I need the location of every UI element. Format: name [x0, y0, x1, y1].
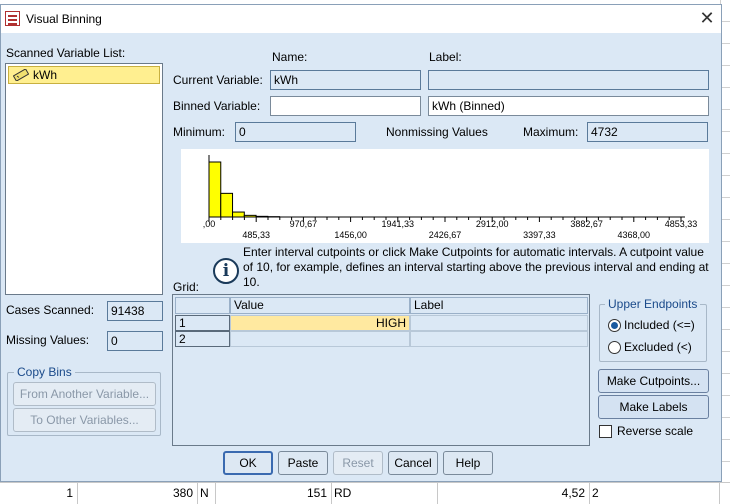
grid-column-header-label[interactable]: Label	[410, 297, 588, 314]
current-variable-name-field: kWh	[270, 70, 421, 90]
histogram-panel[interactable]: ,00 970,67 1941,33 2912,00 3882,67 4853,33 485…	[181, 149, 709, 243]
sheet-row: 1 380 N 151 RD 4,52 2	[0, 482, 730, 503]
name-header: Name:	[272, 50, 307, 64]
sheet-cell[interactable]: 380	[78, 483, 198, 504]
grid-label: Grid:	[173, 280, 199, 294]
excluded-radio[interactable]	[608, 341, 621, 354]
minimum-field: 0	[235, 122, 356, 142]
x-tick-label: 3397,33	[523, 230, 556, 240]
maximum-label: Maximum:	[523, 125, 578, 139]
current-variable-label: Current Variable:	[173, 73, 263, 87]
help-button[interactable]: Help	[443, 451, 493, 475]
cases-scanned-field: 91438	[107, 301, 163, 321]
sheet-cell[interactable]: 1	[0, 483, 78, 504]
window-title: Visual Binning	[26, 12, 102, 26]
x-tick-label: 970,67	[290, 219, 318, 229]
histogram-bar	[233, 212, 245, 217]
included-radio[interactable]	[608, 319, 621, 332]
sheet-cell[interactable]: RD	[332, 483, 438, 504]
info-text: Enter interval cutpoints or click Make C…	[243, 245, 713, 290]
visual-binning-dialog: Visual Binning ✕ Scanned Variable List: …	[0, 4, 722, 482]
reverse-scale-checkbox[interactable]	[599, 425, 612, 438]
list-item-label: kWh	[33, 68, 57, 82]
from-another-variable-button[interactable]: From Another Variable...	[13, 382, 156, 406]
cases-scanned-label: Cases Scanned:	[6, 303, 94, 317]
grid-row-header[interactable]: 2	[175, 331, 230, 347]
nonmissing-values-label: Nonmissing Values	[386, 125, 488, 139]
copy-bins-title: Copy Bins	[14, 365, 75, 379]
list-item[interactable]: kWh	[8, 66, 160, 84]
x-tick-label: 1456,00	[334, 230, 367, 240]
grid-row-header[interactable]: 1	[175, 315, 230, 331]
paste-button[interactable]: Paste	[278, 451, 328, 475]
histogram-bar	[221, 193, 233, 217]
close-icon[interactable]: ✕	[695, 7, 719, 31]
sheet-cell[interactable]: N	[198, 483, 216, 504]
grid-cell-value[interactable]: HIGH	[230, 315, 410, 331]
missing-values-label: Missing Values:	[6, 333, 89, 347]
cutpoint-grid[interactable]: Value Label 1 HIGH 2	[172, 294, 590, 446]
grid-cell-value[interactable]	[230, 331, 410, 347]
x-tick-label: 2426,67	[429, 230, 462, 240]
ruler-icon	[13, 69, 29, 81]
x-tick-label: 3882,67	[570, 219, 603, 229]
binned-variable-label-input[interactable]: kWh (Binned)	[428, 96, 709, 116]
cancel-button[interactable]: Cancel	[388, 451, 438, 475]
included-label[interactable]: Included (<=)	[624, 318, 695, 332]
x-tick-label: ,00	[203, 219, 216, 229]
sheet-cell[interactable]: 2	[590, 483, 720, 504]
current-variable-label-field	[428, 70, 709, 90]
grid-corner-header	[175, 297, 230, 314]
label-header: Label:	[429, 50, 462, 64]
minimum-label: Minimum:	[173, 125, 225, 139]
x-tick-label: 2912,00	[476, 219, 509, 229]
excluded-label[interactable]: Excluded (<)	[624, 340, 692, 354]
binned-variable-name-input[interactable]	[270, 96, 421, 116]
info-icon: i	[213, 258, 239, 284]
scanned-variable-list[interactable]: kWh	[5, 63, 163, 295]
make-cutpoints-button[interactable]: Make Cutpoints...	[598, 369, 709, 393]
histogram-chart: ,00 970,67 1941,33 2912,00 3882,67 4853,33 485…	[181, 149, 709, 243]
x-tick-label: 4853,33	[665, 219, 698, 229]
grid-column-header-value[interactable]: Value	[230, 297, 410, 314]
x-tick-label: 4368,00	[618, 230, 651, 240]
grid-cell-label[interactable]	[410, 331, 588, 347]
x-tick-label: 1941,33	[382, 219, 415, 229]
scanned-list-label: Scanned Variable List:	[6, 46, 125, 60]
reset-button[interactable]: Reset	[333, 451, 383, 475]
to-other-variables-button[interactable]: To Other Variables...	[13, 408, 156, 432]
sheet-cell[interactable]: 4,52	[438, 483, 590, 504]
x-tick-label: 485,33	[242, 230, 270, 240]
missing-values-field: 0	[107, 331, 163, 351]
reverse-scale-label[interactable]: Reverse scale	[617, 424, 693, 438]
maximum-field: 4732	[587, 122, 708, 142]
ok-button[interactable]: OK	[223, 451, 273, 475]
make-labels-button[interactable]: Make Labels	[598, 395, 709, 419]
sheet-cell[interactable]: 151	[216, 483, 332, 504]
app-icon	[5, 11, 20, 26]
upper-endpoints-title: Upper Endpoints	[605, 297, 700, 311]
histogram-bar	[209, 162, 221, 217]
binned-variable-label: Binned Variable:	[173, 99, 260, 113]
title-bar[interactable]: Visual Binning ✕	[1, 5, 721, 33]
grid-cell-label[interactable]	[410, 315, 588, 331]
